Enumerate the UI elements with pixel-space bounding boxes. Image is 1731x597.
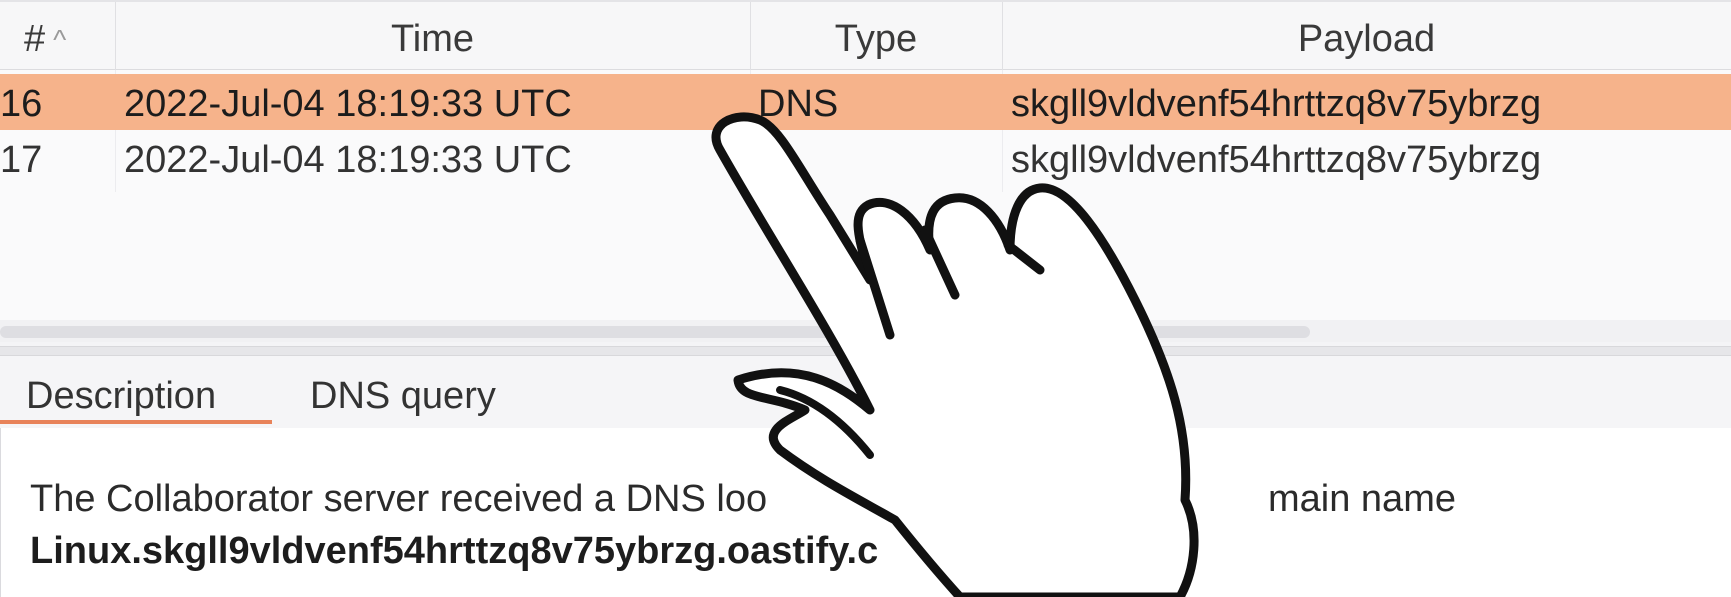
description-text: The Collaborator server received a DNS l… bbox=[30, 478, 768, 520]
column-header-time[interactable]: Time bbox=[115, 2, 750, 70]
row-number: 16 bbox=[0, 83, 43, 125]
active-tab-indicator bbox=[0, 420, 272, 424]
scrollbar-thumb[interactable] bbox=[0, 326, 1310, 338]
interactions-table: # ^ Time Type Payload 16 2022-Jul-04 18:1… bbox=[0, 0, 1731, 342]
column-header-number[interactable]: # ^ bbox=[0, 2, 115, 70]
table-row[interactable]: 16 2022-Jul-04 18:19:33 UTC DNS skgll9vl… bbox=[0, 74, 1731, 130]
row-number: 17 bbox=[0, 139, 43, 181]
row-payload: skgll9vldvenf54hrttzq8v75ybrzg bbox=[1011, 139, 1542, 181]
table-header: # ^ Time Type Payload bbox=[0, 0, 1731, 70]
tab-description[interactable]: Description bbox=[26, 356, 272, 428]
row-type: D bbox=[758, 139, 786, 181]
description-domain: Linux.skgll9vldvenf54hrttzq8v75ybrzg.oas… bbox=[30, 530, 879, 572]
column-header-payload[interactable]: Payload bbox=[1002, 2, 1731, 70]
table-row[interactable]: 17 2022-Jul-04 18:19:33 UTC D skgll9vldv… bbox=[0, 130, 1731, 186]
row-payload: skgll9vldvenf54hrttzq8v75ybrzg bbox=[1011, 83, 1542, 125]
tab-dns-query[interactable]: DNS query bbox=[310, 356, 496, 428]
column-header-type[interactable]: Type bbox=[750, 2, 1002, 70]
chevron-up-icon: ^ bbox=[53, 24, 67, 55]
detail-tabs: Description DNS query bbox=[0, 356, 1731, 429]
row-time: 2022-Jul-04 18:19:33 UTC bbox=[124, 83, 572, 125]
description-text-tail: main name bbox=[1268, 478, 1456, 520]
split-pane-divider[interactable] bbox=[0, 346, 1731, 356]
row-time: 2022-Jul-04 18:19:33 UTC bbox=[124, 139, 572, 181]
row-type: DNS bbox=[758, 83, 839, 125]
